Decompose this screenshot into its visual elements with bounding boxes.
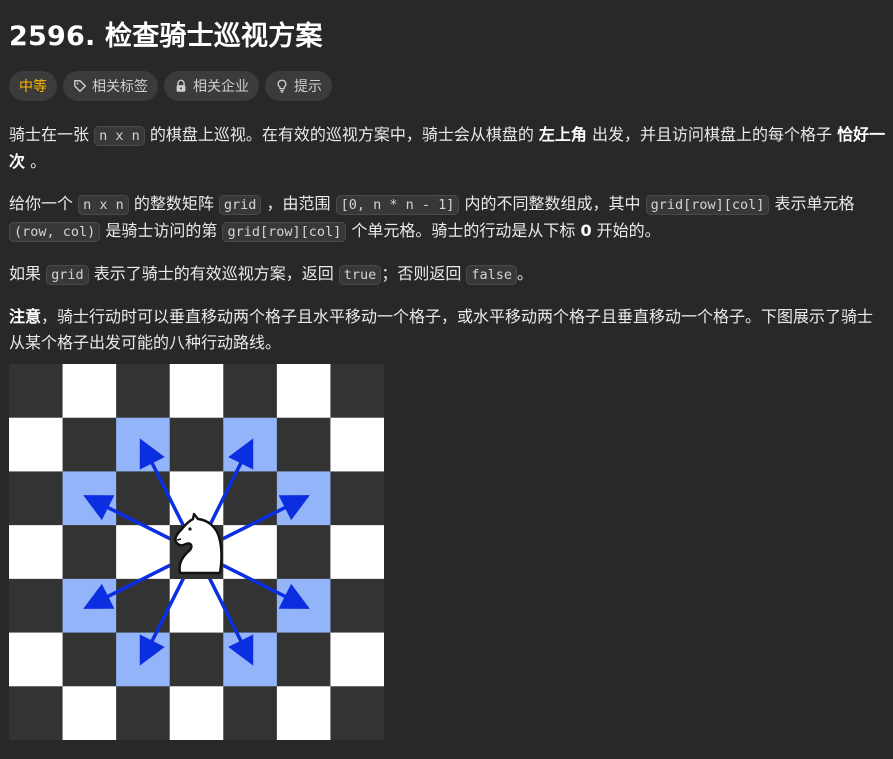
board-square	[116, 686, 171, 740]
board-square	[276, 686, 331, 740]
related-companies-label: 相关企业	[193, 79, 249, 95]
code-false: false	[466, 265, 518, 285]
desc-paragraph-1: 骑士在一张 n x n 的棋盘上巡视。在有效的巡视方案中，骑士会从棋盘的 左上角…	[9, 122, 889, 175]
text: 的棋盘上巡视。在有效的巡视方案中，骑士会从棋盘的	[144, 125, 539, 144]
board-square	[276, 525, 331, 580]
code-n-x-n: n x n	[94, 126, 145, 146]
text: 个单元格。骑士的行动是从下标	[346, 221, 581, 240]
desc-note: 注意，骑士行动时可以垂直移动两个格子且水平移动一个格子，或水平移动两个格子且垂直…	[9, 304, 889, 356]
text: ，由范围	[261, 194, 336, 213]
problem-description: 骑士在一张 n x n 的棋盘上巡视。在有效的巡视方案中，骑士会从棋盘的 左上角…	[9, 122, 889, 356]
text: 骑士在一张	[9, 125, 95, 144]
related-topics-button[interactable]: 相关标签	[63, 71, 158, 101]
code-grid-row-col: grid[row][col]	[222, 222, 347, 242]
text: 表示单元格	[769, 194, 855, 213]
board-square	[9, 686, 64, 740]
code-grid: grid	[46, 265, 89, 285]
tag-bar: 中等 相关标签 相关企业 提示	[9, 71, 332, 101]
code-range: [0, n * n - 1]	[335, 195, 460, 215]
board-square	[223, 686, 278, 740]
board-square	[62, 364, 117, 419]
board-square	[330, 525, 384, 580]
text: 出发，并且访问棋盘上的每个格子	[586, 125, 838, 144]
desc-paragraph-2: 给你一个 n x n 的整数矩阵 grid ，由范围 [0, n * n - 1…	[9, 191, 889, 245]
text: 的整数矩阵	[128, 194, 219, 213]
board-square	[330, 578, 384, 634]
text: ；否则返回	[381, 264, 467, 283]
board-square	[62, 686, 117, 740]
code-grid: grid	[218, 195, 262, 215]
text: 如果	[9, 264, 47, 283]
text: 。	[517, 264, 534, 283]
board-square	[330, 686, 384, 740]
text: 是骑士访问的第	[100, 221, 223, 240]
code-n-x-n: n x n	[78, 195, 129, 215]
text: 。	[25, 152, 47, 171]
text: 表示了骑士的有效巡视方案，返回	[88, 264, 339, 283]
difficulty-tag[interactable]: 中等	[9, 71, 57, 101]
text: 开始的。	[591, 221, 661, 240]
board-square	[9, 632, 64, 687]
move-target-square	[223, 632, 278, 687]
board-square	[169, 417, 224, 472]
board-square	[276, 632, 331, 687]
text: ，骑士行动时可以垂直移动两个格子且水平移动一个格子，或水平移动两个格子且垂直移动…	[9, 307, 874, 352]
board-square	[169, 364, 224, 419]
board-square	[169, 686, 224, 740]
lock-icon	[176, 79, 186, 92]
board-square	[330, 632, 384, 687]
desc-paragraph-3: 如果 grid 表示了骑士的有效巡视方案，返回 true ；否则返回 false。	[9, 261, 889, 288]
board-square	[276, 417, 331, 472]
problem-page: 2596. 检查骑士巡视方案 中等 相关标签 相关企业 提示 骑士在一张 n x…	[0, 0, 893, 759]
lightbulb-icon	[277, 79, 287, 93]
related-topics-label: 相关标签	[92, 79, 148, 95]
board-square	[9, 471, 64, 526]
board-square	[62, 632, 117, 687]
difficulty-label: 中等	[19, 79, 47, 95]
knight-moves-figure	[9, 364, 384, 740]
board-square	[330, 471, 384, 526]
hint-label: 提示	[294, 79, 322, 95]
text: 给你一个	[9, 194, 79, 213]
board-square	[276, 364, 331, 419]
board-square	[169, 632, 224, 687]
bold-note: 注意	[9, 307, 42, 326]
board-square	[9, 578, 64, 634]
board-square	[9, 417, 64, 472]
board-square	[62, 525, 117, 580]
board-square	[223, 364, 278, 419]
code-true: true	[338, 265, 382, 285]
board-square	[9, 525, 64, 580]
move-target-square	[276, 471, 331, 526]
related-companies-button[interactable]: 相关企业	[164, 71, 259, 101]
board-square	[62, 417, 117, 472]
text: 内的不同整数组成，其中	[459, 194, 646, 213]
move-target-square	[116, 632, 171, 687]
board-square	[9, 364, 64, 419]
board-square	[330, 364, 384, 419]
board-square	[330, 417, 384, 472]
code-row-col: (row, col)	[9, 222, 101, 242]
hint-button[interactable]: 提示	[265, 71, 332, 101]
code-grid-row-col: grid[row][col]	[645, 195, 770, 215]
bold-zero: 0	[580, 221, 592, 240]
move-target-square	[276, 578, 331, 634]
bold-top-left: 左上角	[538, 125, 587, 144]
board-square	[116, 364, 171, 419]
problem-title: 2596. 检查骑士巡视方案	[9, 21, 323, 52]
tag-icon	[74, 80, 86, 92]
